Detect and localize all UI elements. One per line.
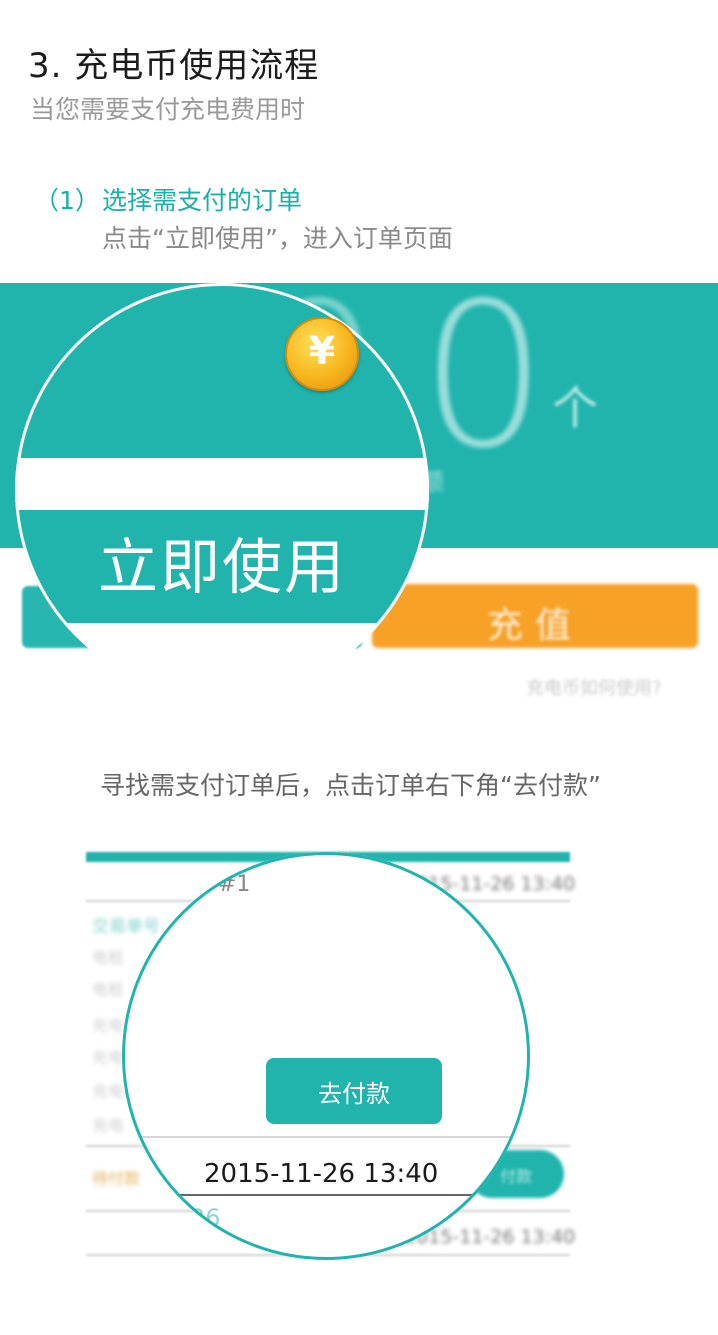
magnifier-pay: #1 去付款 2015-11-26 13:40 26 <box>122 852 530 1260</box>
order-field: 电桩 <box>92 948 125 967</box>
balance-digit: 0 <box>420 260 548 493</box>
order-field: 充电 <box>92 1116 125 1135</box>
balance-unit: 个 <box>552 381 598 435</box>
order-field: 充电 <box>92 1048 125 1067</box>
step-number: （1） <box>34 186 100 215</box>
step-description: 点击“立即使用”，进入订单页面 <box>102 224 453 253</box>
order-field: 充电 <box>92 1082 125 1101</box>
magnifier-use-now: 立即使用 ¥ <box>15 283 429 697</box>
step-instruction: 寻找需支付订单后，点击订单右下角“去付款” <box>100 771 601 800</box>
coin-icon: ¥ <box>285 317 359 391</box>
howto-link[interactable]: 充电币如何使用? <box>526 674 662 700</box>
magnifier-ring <box>15 283 429 697</box>
step-title: 选择需支付的订单 <box>102 186 303 215</box>
order-field: 电桩 <box>92 980 125 999</box>
page-subtitle: 当您需要支付充电费用时 <box>30 95 306 124</box>
magnifier-ring <box>122 852 530 1260</box>
yen-symbol: ¥ <box>308 329 336 373</box>
order-field: 充电 <box>92 1016 125 1035</box>
page-title: 3. 充电币使用流程 <box>28 46 320 86</box>
